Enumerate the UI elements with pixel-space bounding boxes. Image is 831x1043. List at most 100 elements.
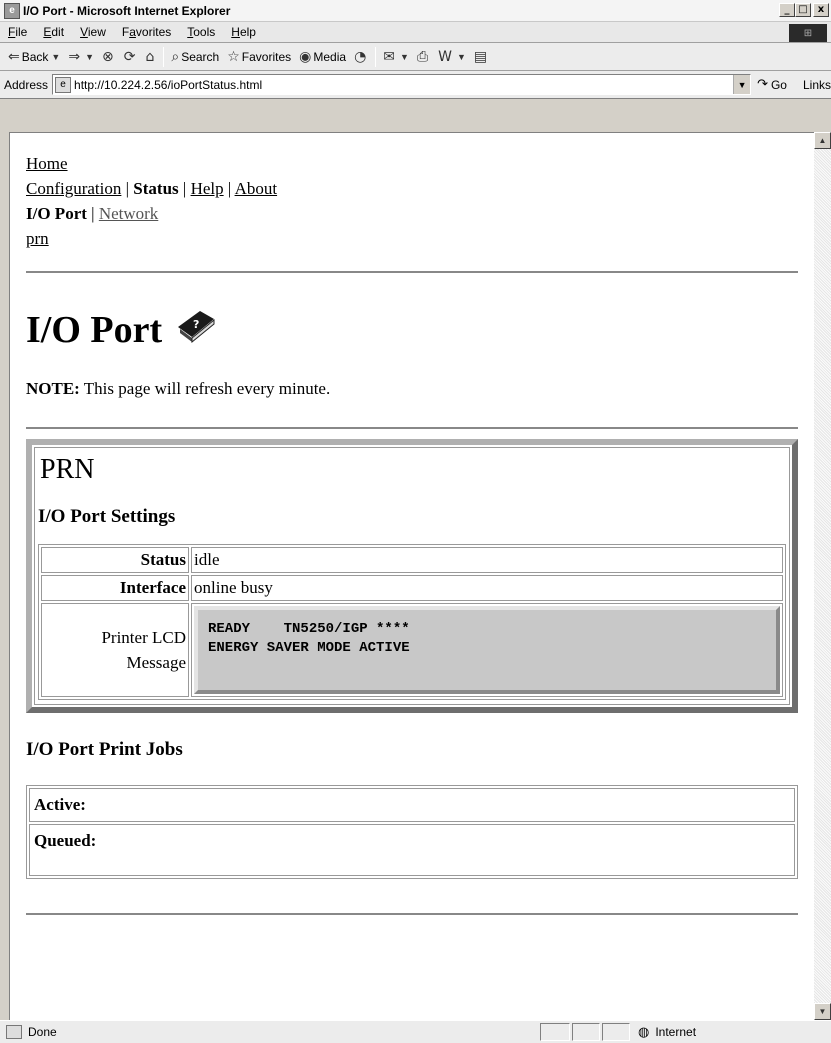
globe-icon: ◍ — [638, 1024, 650, 1040]
chevron-down-icon[interactable]: ▼ — [733, 75, 751, 94]
active-jobs-cell: Active: — [29, 788, 795, 822]
mail-button[interactable]: ✉ ▼ — [379, 46, 413, 68]
search-icon: ⌕ — [171, 48, 180, 65]
table-row: Printer LCD Message READY TN5250/IGP ***… — [41, 603, 783, 697]
prn-panel: PRN I/O Port Settings Status idle Interf… — [26, 439, 798, 713]
search-button[interactable]: ⌕ Search — [167, 46, 223, 68]
status-cell — [572, 1023, 600, 1041]
refresh-note: NOTE: This page will refresh every minut… — [26, 379, 331, 398]
history-button[interactable]: ◔ — [350, 46, 372, 68]
lcd-cell: READY TN5250/IGP **** ENERGY SAVER MODE A… — [191, 603, 783, 697]
standard-toolbar: ⇐ Back ▼ ⇒ ▼ ⊗ ⟳ ⌂ ⌕ Search ☆ Favorites … — [0, 43, 831, 71]
menu-help[interactable]: Help — [223, 25, 264, 39]
favorites-button[interactable]: ☆ Favorites — [223, 46, 295, 68]
media-icon: ◉ — [299, 48, 312, 65]
page-title: I/O Port ? — [26, 307, 798, 353]
printer-icon: ⎙ — [416, 48, 429, 65]
address-bar: Address e http://10.224.2.56/ioPortStatu… — [0, 71, 831, 99]
chevron-down-icon[interactable]: ▼ — [85, 52, 94, 62]
links-button[interactable]: Links — [803, 78, 831, 92]
table-row: Active: — [29, 788, 795, 822]
status-value: idle — [191, 547, 783, 573]
vertical-scrollbar[interactable]: ▲ ▼ — [814, 132, 831, 1020]
divider — [26, 427, 798, 429]
nav-prn-link[interactable]: prn — [26, 229, 49, 248]
interface-label: Interface — [41, 575, 189, 601]
lcd-line-1: READY TN5250/IGP **** — [208, 621, 410, 637]
back-button[interactable]: ⇐ Back ▼ — [4, 46, 64, 68]
discuss-button[interactable]: ▤ — [470, 46, 493, 68]
nav-separator: | — [91, 204, 95, 223]
window-title-bar: e I/O Port - Microsoft Internet Explorer… — [0, 0, 831, 22]
divider — [26, 271, 798, 273]
status-cell — [540, 1023, 570, 1041]
window-title: I/O Port - Microsoft Internet Explorer — [23, 3, 231, 18]
scroll-down-arrow-icon[interactable]: ▼ — [814, 1003, 831, 1020]
prn-panel-inner: PRN I/O Port Settings Status idle Interf… — [34, 447, 790, 705]
settings-heading: I/O Port Settings — [38, 506, 176, 527]
address-input[interactable]: e http://10.224.2.56/ioPortStatus.html ▼ — [52, 74, 752, 95]
print-jobs-heading: I/O Port Print Jobs — [26, 739, 183, 760]
media-button[interactable]: ◉ Media — [295, 46, 350, 68]
minimize-button[interactable]: _ — [779, 3, 795, 17]
nav-row-1: Home — [26, 151, 798, 176]
refresh-button[interactable]: ⟳ — [120, 46, 142, 68]
page-viewport: Home Configuration | Status | Help | Abo… — [9, 132, 814, 1020]
queued-jobs-cell: Queued: — [29, 824, 795, 876]
menu-file[interactable]: File — [0, 25, 35, 39]
ie-icon: e — [4, 2, 20, 19]
home-button[interactable]: ⌂ — [141, 46, 160, 68]
nav-row-2: Configuration | Status | Help | About — [26, 176, 798, 201]
table-row: Status idle — [41, 547, 783, 573]
lcd-label: Printer LCD Message — [41, 603, 189, 697]
nav-io-port-current: I/O Port — [26, 204, 87, 223]
lcd-line-2: ENERGY SAVER MODE ACTIVE — [208, 640, 410, 656]
help-book-icon[interactable]: ? — [174, 307, 218, 353]
document-icon: ▤ — [473, 48, 488, 65]
edit-button[interactable]: W ▼ — [434, 46, 470, 68]
close-button[interactable]: x — [813, 3, 829, 17]
table-row: Queued: — [29, 824, 795, 876]
nav-row-4: prn — [26, 226, 798, 251]
chevron-down-icon[interactable]: ▼ — [400, 52, 409, 62]
windows-logo-icon: ⊞ — [789, 24, 827, 42]
go-button[interactable]: ↷ Go — [757, 77, 787, 92]
window-controls: _ □ x — [779, 3, 829, 17]
stop-button[interactable]: ⊗ — [98, 46, 120, 68]
page-content: Home Configuration | Status | Help | Abo… — [10, 133, 814, 915]
status-bar: Done ◍ Internet — [0, 1020, 831, 1043]
nav-separator: | — [125, 179, 130, 198]
address-url[interactable]: http://10.224.2.56/ioPortStatus.html — [74, 78, 262, 92]
stop-icon: ⊗ — [102, 48, 114, 65]
chevron-down-icon[interactable]: ▼ — [457, 52, 466, 62]
maximize-button[interactable]: □ — [795, 3, 811, 17]
interface-value: online busy — [191, 575, 783, 601]
nav-network-link[interactable]: Network — [99, 204, 158, 223]
lcd-display: READY TN5250/IGP **** ENERGY SAVER MODE A… — [194, 606, 780, 694]
page-done-icon — [6, 1025, 22, 1039]
status-label: Status — [41, 547, 189, 573]
toolbar-separator — [375, 46, 377, 67]
word-icon: W — [438, 48, 452, 65]
refresh-icon: ⟳ — [123, 48, 136, 65]
nav-separator: | — [227, 179, 232, 198]
menu-favorites[interactable]: Favorites — [114, 25, 179, 39]
forward-button[interactable]: ⇒ ▼ — [64, 46, 98, 68]
toolbar-separator — [163, 46, 165, 67]
mail-icon: ✉ — [383, 48, 396, 65]
chevron-down-icon[interactable]: ▼ — [51, 52, 60, 62]
nav-home-link[interactable]: Home — [26, 154, 68, 173]
page-icon: e — [55, 76, 72, 93]
table-row: Interface online busy — [41, 575, 783, 601]
print-button[interactable]: ⎙ — [413, 46, 434, 68]
svg-text:?: ? — [193, 318, 199, 331]
nav-configuration-link[interactable]: Configuration — [26, 179, 121, 198]
scroll-up-arrow-icon[interactable]: ▲ — [814, 132, 831, 149]
menu-view[interactable]: View — [72, 25, 114, 39]
nav-about-link[interactable]: About — [235, 179, 278, 198]
menu-edit[interactable]: Edit — [35, 25, 72, 39]
nav-separator: | — [182, 179, 187, 198]
star-icon: ☆ — [227, 48, 240, 65]
menu-tools[interactable]: Tools — [179, 25, 223, 39]
nav-help-link[interactable]: Help — [191, 179, 224, 198]
